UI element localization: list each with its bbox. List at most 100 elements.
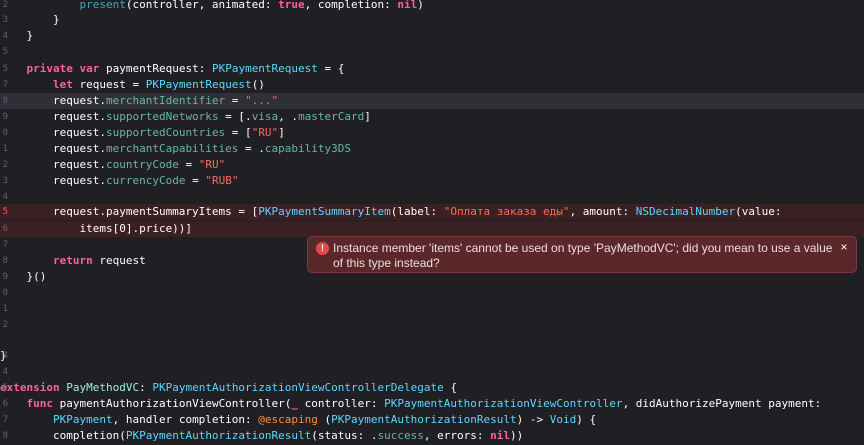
code-text: PKPayment, handler completion: @escaping… [0, 412, 596, 428]
code-token: request. [0, 158, 106, 171]
code-token: PKPaymentAuthorizationViewControllerDele… [152, 381, 444, 394]
code-token: )) [509, 429, 524, 442]
code-line[interactable]: 4 [0, 364, 864, 380]
code-token: request. [0, 110, 106, 123]
code-token: Void [549, 413, 577, 426]
code-line[interactable]: 0 request.supportedCountries = ["RU"] [0, 125, 864, 141]
code-token: : [139, 381, 153, 394]
code-token: , didAuthorizePayment payment: [622, 397, 822, 410]
close-icon[interactable]: × [838, 241, 850, 253]
line-number: 7 [2, 240, 8, 250]
code-token: var [79, 62, 100, 75]
code-text: extension PayMethodVC: PKPaymentAuthoriz… [0, 380, 457, 396]
code-line[interactable]: 0 [0, 285, 864, 301]
code-line[interactable]: 2 request.countryCode = "RU" [0, 157, 864, 173]
code-token: "..." [245, 94, 279, 107]
code-token: paymentAuthorizationViewController( [53, 397, 292, 410]
code-line[interactable]: 6 items[0].price))] [0, 221, 864, 237]
code-token: paymentRequest: [99, 62, 212, 75]
code-text: request.supportedNetworks = [.visa, .mas… [0, 109, 371, 125]
code-token: (value: [735, 205, 782, 218]
code-token: true [278, 0, 305, 11]
code-line[interactable]: 5 request.paymentSummaryItems = [PKPayme… [0, 204, 864, 220]
code-text: private var paymentRequest: PKPaymentReq… [0, 61, 345, 77]
code-text: completion(PKPaymentAuthorizationResult(… [0, 428, 523, 444]
code-token: = [ [225, 126, 252, 139]
code-line[interactable]: 3} [0, 348, 864, 364]
code-token: } [0, 349, 7, 362]
code-token: PKPayment [52, 413, 113, 426]
code-token: controller: [298, 397, 385, 410]
code-text: items[0].price))] [0, 221, 192, 237]
code-line[interactable]: 1 request.merchantCapabilities = .capabi… [0, 141, 864, 157]
code-text: } [0, 12, 60, 28]
code-token: request. [0, 94, 106, 107]
code-token: completion( [0, 429, 126, 442]
code-token: request = [72, 78, 146, 91]
code-token: PKPaymentSummaryItem [258, 205, 391, 218]
code-line[interactable]: 5 [0, 44, 864, 60]
code-token: = [225, 94, 246, 107]
code-line[interactable]: 1 [0, 301, 864, 317]
code-token: request. [0, 126, 106, 139]
line-number: 0 [2, 288, 8, 298]
code-line[interactable]: 3 request.currencyCode = "RUB" [0, 173, 864, 189]
code-token: ] [278, 126, 285, 139]
code-token: request. [0, 142, 106, 155]
code-text: request.merchantCapabilities = .capabili… [0, 141, 351, 157]
code-token: nil [397, 0, 418, 11]
code-line[interactable]: 7 PKPayment, handler completion: @escapi… [0, 412, 864, 428]
code-token: PKPaymentRequest [211, 62, 318, 75]
code-token: = [185, 174, 206, 187]
code-token: PKPaymentAuthorizationResult [331, 413, 517, 426]
code-token: ) { [576, 413, 597, 426]
code-line[interactable]: 8 completion(PKPaymentAuthorizationResul… [0, 428, 864, 444]
code-line[interactable]: 3 } [0, 12, 864, 28]
code-token: visa [251, 110, 279, 123]
code-text: }() [0, 269, 46, 285]
code-token: { [443, 381, 457, 394]
code-token: private [26, 62, 73, 75]
code-line[interactable]: 4 } [0, 28, 864, 44]
code-token: request.paymentSummaryItems = [ [0, 205, 259, 218]
code-token: masterCard [298, 110, 365, 123]
code-token: present [79, 0, 126, 11]
code-line[interactable]: 5 private var paymentRequest: PKPaymentR… [0, 61, 864, 77]
code-token: items[0].price))] [0, 222, 193, 235]
code-token: ) -> [516, 413, 550, 426]
code-text: } [0, 28, 33, 44]
code-token: "RU" [198, 158, 226, 171]
code-line[interactable]: 2 [0, 317, 864, 333]
code-editor[interactable]: 2 present(controller, animated: true, co… [0, 0, 864, 445]
code-line[interactable]: 8 request.merchantIdentifier = "..." [0, 93, 864, 109]
code-line[interactable]: 5 extension PayMethodVC: PKPaymentAuthori… [0, 380, 864, 396]
code-text: let request = PKPaymentRequest() [0, 77, 265, 93]
code-token: "Оплата заказа еды" [443, 205, 570, 218]
code-token: countryCode [105, 158, 179, 171]
code-token: request. [0, 174, 106, 187]
code-token: , handler completion: [112, 413, 259, 426]
code-text: request.countryCode = "RU" [0, 157, 225, 173]
code-token: , errors: [423, 429, 491, 442]
code-token: ( [317, 413, 332, 426]
code-token: (label: [390, 205, 444, 218]
error-icon: ! [316, 242, 329, 255]
code-token: NSDecimalNumber [635, 205, 736, 218]
code-token: func [26, 397, 54, 410]
code-text: } [0, 348, 7, 364]
code-line[interactable]: 7 let request = PKPaymentRequest() [0, 77, 864, 93]
code-line[interactable]: 9 request.supportedNetworks = [.visa, .m… [0, 109, 864, 125]
line-number: 2 [2, 320, 8, 330]
code-token: @escaping [258, 413, 318, 426]
code-line[interactable]: 6 func paymentAuthorizationViewControlle… [0, 396, 864, 412]
code-token: ] [364, 110, 371, 123]
code-token: PKPaymentRequest [145, 78, 252, 91]
code-token: "RU" [251, 126, 279, 139]
code-line[interactable]: 4 [0, 189, 864, 205]
code-token: let [52, 78, 73, 91]
code-text: return request [0, 253, 146, 269]
